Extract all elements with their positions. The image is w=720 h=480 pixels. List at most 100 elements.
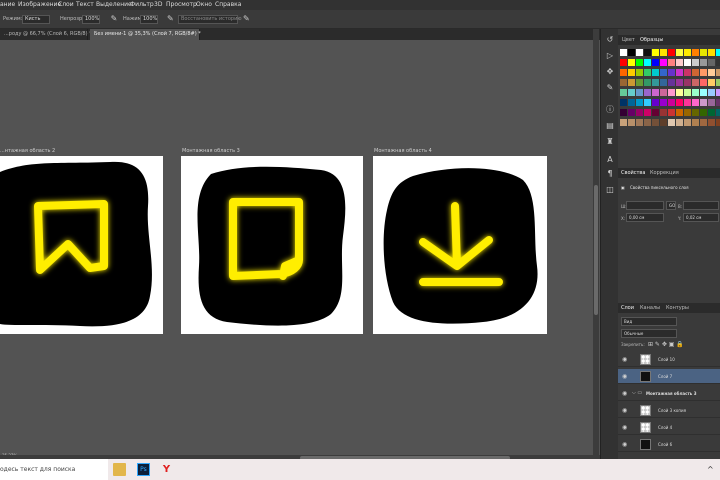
swatch-40[interactable] [628,79,635,86]
swatch-98[interactable] [676,119,683,126]
opacity-input[interactable]: 100% [82,15,100,24]
clone-source-icon[interactable]: ♜ [604,137,616,147]
actions-panel-icon[interactable]: ▷ [604,51,616,61]
swatch-25[interactable] [716,59,720,66]
swatch-57[interactable] [660,89,667,96]
canvas-area[interactable]: ...нтажная область 2 Монтажная область 3… [0,40,593,455]
swatch-5[interactable] [660,49,667,56]
menu-item-view[interactable]: Просмотр [166,0,197,10]
swatch-20[interactable] [676,59,683,66]
swatch-80[interactable] [636,109,643,116]
swatch-54[interactable] [636,89,643,96]
swatch-78[interactable] [620,109,627,116]
taskbar-search-input[interactable]: одесь текст для поиска [0,459,108,480]
mode-select[interactable]: Кисть [22,15,50,24]
swatch-33[interactable] [676,69,683,76]
menu-item-layers[interactable]: Слои [58,0,74,10]
swatch-4[interactable] [652,49,659,56]
visibility-eye-icon[interactable]: ◉ [622,390,627,397]
swatch-22[interactable] [692,59,699,66]
tab-paths[interactable]: Контуры [666,303,689,313]
libraries-panel-icon[interactable]: ▤ [604,121,616,131]
vertical-scroll-thumb[interactable] [594,185,598,315]
swatch-95[interactable] [652,119,659,126]
swatch-74[interactable] [692,99,699,106]
info-panel-icon[interactable]: ⓘ [604,105,616,115]
swatch-75[interactable] [700,99,707,106]
swatch-14[interactable] [628,59,635,66]
pressure-size-icon[interactable]: ✎ [243,14,250,24]
tab-channels[interactable]: Каналы [640,303,660,313]
swatch-23[interactable] [700,59,707,66]
character-panel-icon[interactable]: A [604,155,616,165]
swatch-6[interactable] [668,49,675,56]
menu-item-select[interactable]: Выделение [96,0,132,10]
swatch-51[interactable] [716,79,720,86]
swatch-82[interactable] [652,109,659,116]
tab-document-2[interactable]: Без имени-1 @ 35,3% (Слой 7, RGB/8#) * [90,29,201,40]
swatch-16[interactable] [644,59,651,66]
layer-row[interactable]: ◉ Слой 4 [618,420,720,435]
swatch-71[interactable] [668,99,675,106]
layer-row[interactable]: ◉ ⌵ ▭ Монтажная область 3 [618,386,720,401]
swatch-37[interactable] [708,69,715,76]
history-panel-icon[interactable]: ↺ [604,35,616,45]
artboard-label-2[interactable]: ...нтажная область 2 [0,148,55,154]
swatch-97[interactable] [668,119,675,126]
artboard-label-4[interactable]: Монтажная область 4 [374,148,432,154]
swatch-24[interactable] [708,59,715,66]
swatch-9[interactable] [692,49,699,56]
swatch-65[interactable] [620,99,627,106]
swatch-102[interactable] [708,119,715,126]
swatch-70[interactable] [660,99,667,106]
swatch-103[interactable] [716,119,720,126]
tab-layers[interactable]: Слои [621,303,634,313]
swatch-48[interactable] [692,79,699,86]
swatch-88[interactable] [700,109,707,116]
adjust-panel-icon[interactable]: ✥ [604,67,616,77]
swatch-56[interactable] [652,89,659,96]
blend-mode-select[interactable]: Обычные [621,329,677,338]
swatch-92[interactable] [628,119,635,126]
swatch-85[interactable] [676,109,683,116]
artboard-label-3[interactable]: Монтажная область 3 [182,148,240,154]
swatch-18[interactable] [660,59,667,66]
swatch-99[interactable] [684,119,691,126]
swatch-28[interactable] [636,69,643,76]
swatch-44[interactable] [660,79,667,86]
swatch-93[interactable] [636,119,643,126]
airbrush-icon[interactable]: ✎ [167,14,174,24]
swatch-17[interactable] [652,59,659,66]
glyphs-panel-icon[interactable]: ◫ [604,185,616,195]
swatch-58[interactable] [668,89,675,96]
swatch-8[interactable] [684,49,691,56]
swatch-46[interactable] [676,79,683,86]
menu-item-3d[interactable]: 3D [154,0,162,10]
swatch-21[interactable] [684,59,691,66]
swatch-42[interactable] [644,79,651,86]
swatch-76[interactable] [708,99,715,106]
swatch-grid[interactable] [620,49,720,145]
swatch-35[interactable] [692,69,699,76]
y-field[interactable]: 0,02 см [683,213,719,222]
swatch-47[interactable] [684,79,691,86]
visibility-eye-icon[interactable]: ◉ [622,424,627,431]
swatch-30[interactable] [652,69,659,76]
layer-row[interactable]: ◉ Слой 3 копия [618,403,720,418]
swatch-61[interactable] [692,89,699,96]
menu-item-image[interactable]: Изображение [18,0,61,10]
swatch-79[interactable] [628,109,635,116]
swatch-68[interactable] [644,99,651,106]
tab-color[interactable]: Цвет [622,35,635,45]
swatch-91[interactable] [620,119,627,126]
swatch-94[interactable] [644,119,651,126]
swatch-83[interactable] [660,109,667,116]
paragraph-panel-icon[interactable]: ¶ [604,169,616,179]
swatch-69[interactable] [652,99,659,106]
swatch-1[interactable] [628,49,635,56]
swatch-77[interactable] [716,99,720,106]
visibility-eye-icon[interactable]: ◉ [622,441,627,448]
menu-item-window[interactable]: Окно [196,0,212,10]
swatch-38[interactable] [716,69,720,76]
pressure-opacity-icon[interactable]: ✎ [108,14,120,24]
